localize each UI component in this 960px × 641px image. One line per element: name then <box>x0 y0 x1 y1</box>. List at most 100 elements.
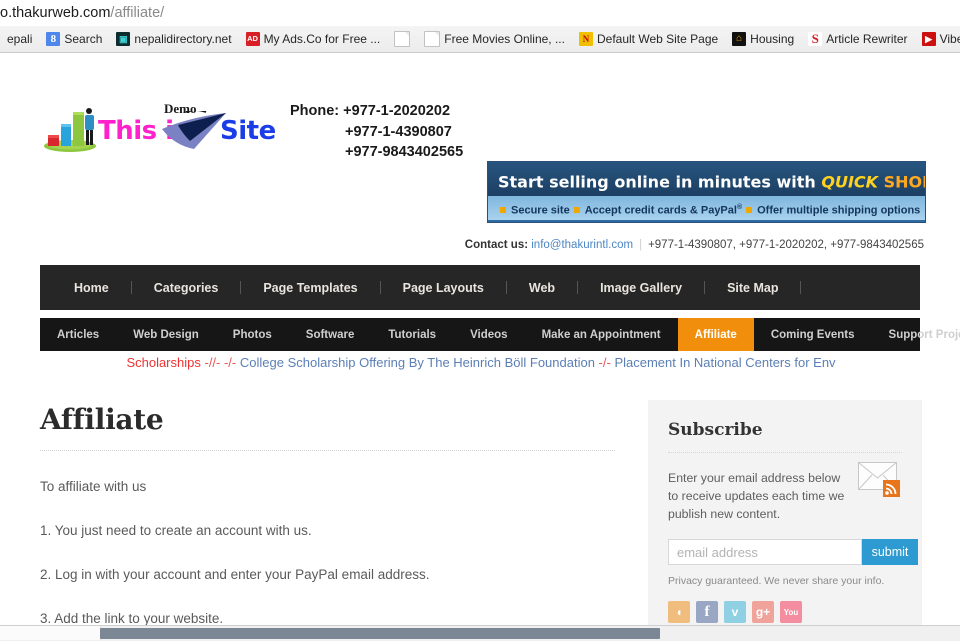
subnav-item-make-an-appointment[interactable]: Make an Appointment <box>525 318 678 351</box>
envelope-rss-icon <box>858 462 900 497</box>
ads-icon: AD <box>245 32 260 46</box>
rss-icon[interactable]: ◖ <box>668 601 690 623</box>
secondary-navigation: Articles Web Design Photos Software Tutorial… <box>40 318 960 351</box>
bookmark-label: Free Movies Online, ... <box>444 32 565 46</box>
primary-navigation: Home Categories Page Templates Page Layouts… <box>40 265 920 310</box>
social-links: ◖ f ᴠ g+ You <box>668 601 902 623</box>
subnav-item-web-design[interactable]: Web Design <box>116 318 216 351</box>
subnav-item-photos[interactable]: Photos <box>216 318 289 351</box>
promo-headline-highlight2: SHOPPING CART <box>883 172 925 192</box>
subnav-item-support-projects[interactable]: Support Projects <box>872 318 960 351</box>
contact-phones: +977-1-4390807, +977-1-2020202, +977-984… <box>648 239 924 251</box>
youtube-icon[interactable]: You <box>780 601 802 623</box>
bookmark-item[interactable]: ⌂ Housing <box>725 27 801 51</box>
content-step-3: 3. Add the link to your website. <box>40 611 224 626</box>
phone-line-3: +977-9843402565 <box>345 144 464 160</box>
bookmark-item[interactable]: N Default Web Site Page <box>572 27 725 51</box>
subscribe-divider <box>668 452 902 453</box>
page-title: Affiliate <box>40 403 164 436</box>
bookmark-label: Housing <box>750 32 795 46</box>
ticker-item-2[interactable]: Placement In National Centers for Env <box>614 355 835 370</box>
site-logo[interactable]: This is Demo Site <box>42 98 276 156</box>
nav-item-categories[interactable]: Categories <box>132 281 241 295</box>
subnav-item-coming-events[interactable]: Coming Events <box>754 318 872 351</box>
main-content: Affiliate To affiliate with us 1. You ju… <box>40 393 615 626</box>
promo-feature-3: Offer multiple shipping options <box>757 204 921 217</box>
phone-line-1: +977-1-2020202 <box>343 103 451 119</box>
ticker-heading: Scholarships <box>126 355 201 370</box>
title-divider <box>40 450 615 451</box>
bookmark-item[interactable]: epali <box>0 27 39 51</box>
promo-feature-2: Accept credit cards & PayPal <box>584 204 737 217</box>
phone-label: Phone: <box>290 103 340 119</box>
contact-line: Contact us: info@thakurintl.com | +977-1-4… <box>465 239 924 251</box>
browser-window: o.thakurweb.com/affiliate/ epali 8 Search ▣… <box>0 0 960 641</box>
url-host: o.thakurweb.com <box>0 5 111 21</box>
website-content: This is Demo Site Phone: +977-1-2020202 … <box>0 53 960 626</box>
bookmark-item[interactable] <box>387 27 417 51</box>
nav-item-page-layouts[interactable]: Page Layouts <box>381 281 506 295</box>
promo-features: Secure site Accept credit cards & PayPal®… <box>488 196 925 220</box>
nav-item-home[interactable]: Home <box>52 281 131 295</box>
housing-icon: ⌂ <box>732 32 747 46</box>
promo-headline-plain: Start selling online in minutes with <box>498 172 822 192</box>
subscribe-submit-button[interactable]: submit <box>862 539 918 565</box>
nav-item-site-map[interactable]: Site Map <box>705 281 800 295</box>
youtube-icon: ▶ <box>921 32 936 46</box>
nav-item-web[interactable]: Web <box>507 281 577 295</box>
bookmark-item[interactable]: ▣ nepalidirectory.net <box>109 27 238 51</box>
news-ticker[interactable]: Scholarships -//- -/- College Scholarshi… <box>40 353 922 373</box>
horizontal-scrollbar[interactable] <box>0 625 960 641</box>
twitter-icon[interactable]: ᴠ <box>724 601 746 623</box>
page-icon <box>394 31 411 47</box>
bookmark-label: Search <box>64 32 103 46</box>
ticker-separator-1: -//- -/- <box>200 355 240 370</box>
bullet-icon <box>746 207 753 214</box>
address-bar[interactable]: o.thakurweb.com/affiliate/ <box>0 0 960 26</box>
subscribe-title: Subscribe <box>668 420 763 440</box>
content-intro: To affiliate with us <box>40 479 147 494</box>
scrollbar-thumb[interactable] <box>100 628 660 639</box>
promo-headline-highlight: QUICK <box>821 172 879 192</box>
header-phone-block: Phone: +977-1-2020202 +977-1-4390807 +97… <box>290 101 463 163</box>
bookmark-item[interactable]: S Article Rewriter <box>801 27 914 51</box>
ticker-item-1[interactable]: College Scholarship Offering By The Hein… <box>240 355 595 370</box>
bullet-icon <box>500 207 506 214</box>
bookmark-label: epali <box>7 32 33 46</box>
url-path: /affiliate/ <box>110 5 165 21</box>
page-icon <box>424 31 441 47</box>
bookmarks-bar: epali 8 Search ▣ nepalidirectory.net AD My Ads… <box>0 26 960 53</box>
page-viewport: This is Demo Site Phone: +977-1-2020202 … <box>0 53 960 626</box>
bookmark-label: Default Web Site Page <box>596 32 719 46</box>
privacy-note: Privacy guaranteed. We never share your … <box>668 575 885 587</box>
scrollbar-track-left[interactable] <box>0 626 101 640</box>
email-input[interactable] <box>668 539 862 565</box>
subnav-item-affiliate[interactable]: Affiliate <box>677 318 754 351</box>
nepalidirectory-icon: ▣ <box>116 32 131 46</box>
contact-label: Contact us: <box>464 239 529 251</box>
subnav-item-videos[interactable]: Videos <box>453 318 525 351</box>
contact-email-link[interactable]: info@thakurintl.com <box>531 239 633 251</box>
ticker-separator-2: -/- <box>594 355 615 370</box>
bookmark-label: nepalidirectory.net <box>134 32 232 46</box>
bookmark-label: My Ads.Co for Free ... <box>263 32 381 46</box>
facebook-icon[interactable]: f <box>696 601 718 623</box>
nav-item-image-gallery[interactable]: Image Gallery <box>578 281 704 295</box>
promo-headline: Start selling online in minutes with QUI… <box>488 162 925 196</box>
bookmark-label: Viber for Android - F... <box>939 32 960 46</box>
content-step-2: 2. Log in with your account and enter yo… <box>40 567 430 582</box>
bookmark-item[interactable]: AD My Ads.Co for Free ... <box>239 27 388 51</box>
bookmark-item[interactable]: 8 Search <box>39 27 109 51</box>
google-plus-icon[interactable]: g+ <box>752 601 774 623</box>
bookmark-item[interactable]: Free Movies Online, ... <box>417 27 572 51</box>
promo-banner[interactable]: Start selling online in minutes with QUI… <box>487 161 926 223</box>
bookmark-item[interactable]: ▶Viber for Android - F... <box>915 27 960 51</box>
bullet-icon <box>573 207 580 214</box>
nav-item-page-templates[interactable]: Page Templates <box>241 281 379 295</box>
subnav-item-articles[interactable]: Articles <box>40 318 116 351</box>
promo-feature2-sup: ® <box>736 204 743 211</box>
subnav-item-tutorials[interactable]: Tutorials <box>371 318 453 351</box>
promo-feature-1: Secure site <box>511 204 570 217</box>
nginx-icon: N <box>578 32 593 46</box>
subnav-item-software[interactable]: Software <box>289 318 372 351</box>
